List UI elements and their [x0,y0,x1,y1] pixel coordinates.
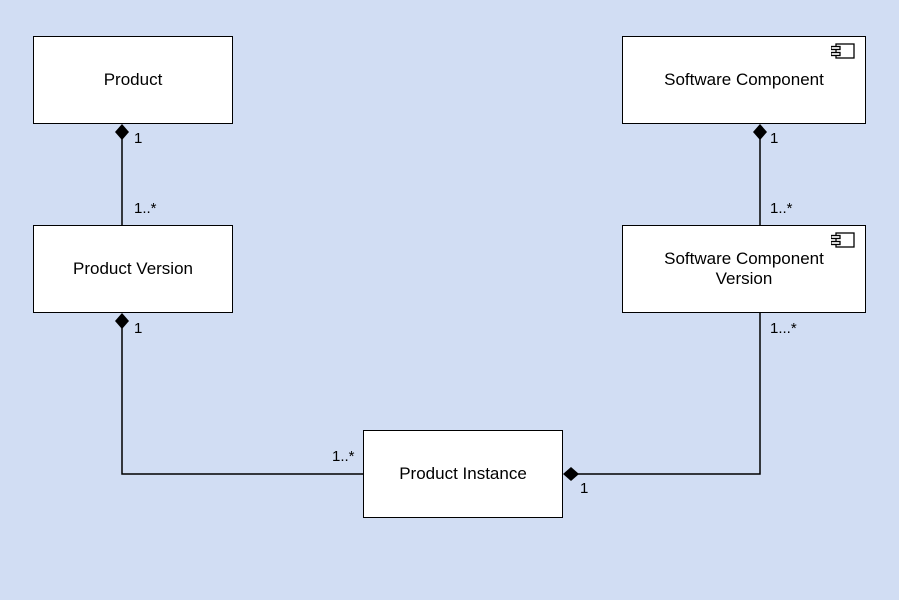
multiplicity-productversion-top: 1..* [134,200,157,217]
class-label: Product Instance [399,464,527,484]
class-label: Product Version [73,259,193,279]
class-label: Software Component [664,70,824,90]
multiplicity-scv-top: 1..* [770,200,793,217]
class-label: Product [104,70,163,90]
multiplicity-sc-bottom: 1 [770,130,778,147]
class-label: Software Component Version [664,249,824,289]
component-icon [831,232,855,248]
uml-class-product-instance: Product Instance [363,430,563,518]
uml-component-software-component-version: Software Component Version [622,225,866,313]
multiplicity-productversion-bottom: 1 [134,320,142,337]
uml-class-product-version: Product Version [33,225,233,313]
multiplicity-pi-left: 1..* [332,448,355,465]
multiplicity-product-bottom: 1 [134,130,142,147]
multiplicity-pi-right: 1 [580,480,588,497]
uml-class-product: Product [33,36,233,124]
multiplicity-scv-bottom: 1...* [770,320,797,337]
component-icon [831,43,855,59]
uml-component-software-component: Software Component [622,36,866,124]
